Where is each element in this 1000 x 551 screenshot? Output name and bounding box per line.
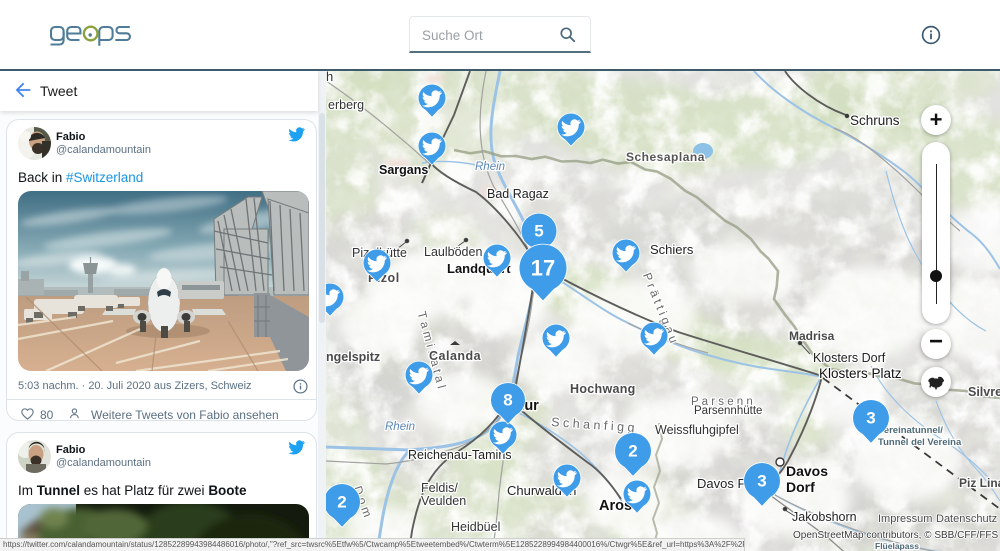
- svg-text:Weissfluhgipfel: Weissfluhgipfel: [655, 423, 739, 437]
- svg-text:2: 2: [337, 493, 346, 512]
- svg-text:3: 3: [866, 409, 875, 428]
- svg-text:3: 3: [757, 472, 766, 491]
- svg-text:Schesaplana: Schesaplana: [626, 150, 705, 164]
- svg-text:Datenschutz: Datenschutz: [936, 513, 997, 525]
- svg-text:Parsennhütte: Parsennhütte: [694, 405, 762, 417]
- svg-text:Feldis/: Feldis/: [421, 481, 458, 495]
- svg-text:Heidbüel: Heidbüel: [451, 520, 500, 534]
- svg-text:Silvrett: Silvrett: [968, 385, 1000, 399]
- svg-text:Davos Pl: Davos Pl: [697, 476, 749, 491]
- svg-text:Klosters Dorf: Klosters Dorf: [813, 351, 886, 365]
- svg-text:Piz Linar: Piz Linar: [959, 476, 1000, 490]
- svg-text:Klosters Platz: Klosters Platz: [819, 366, 902, 381]
- svg-text:Rhein: Rhein: [385, 421, 415, 433]
- svg-text:Vereinatunnel/: Vereinatunnel/: [878, 425, 943, 436]
- svg-text:Rhein: Rhein: [475, 161, 505, 173]
- svg-text:Davos: Davos: [786, 463, 828, 479]
- svg-text:Dorf: Dorf: [786, 479, 815, 495]
- svg-text:Laulböden: Laulböden: [424, 245, 482, 259]
- svg-text:erberg: erberg: [328, 98, 364, 112]
- svg-text:Veulden: Veulden: [421, 494, 466, 508]
- svg-text:Calanda: Calanda: [429, 349, 482, 363]
- svg-text:OpenStreetMap contributors, ©: OpenStreetMap contributors, © SBB/CFF/FF…: [793, 530, 999, 541]
- svg-text:17: 17: [531, 256, 555, 281]
- svg-text:Madrisa: Madrisa: [789, 329, 835, 343]
- svg-text:h: h: [326, 71, 333, 84]
- svg-text:5: 5: [534, 222, 543, 241]
- svg-text:Bad Ragaz: Bad Ragaz: [487, 187, 549, 201]
- svg-text:Hochwang: Hochwang: [570, 382, 636, 396]
- svg-text:Impressum: Impressum: [878, 513, 932, 525]
- svg-text:Schiers: Schiers: [650, 242, 694, 257]
- svg-text:Tunnel del Vereina: Tunnel del Vereina: [878, 437, 962, 448]
- svg-text:Flüelapass: Flüelapass: [875, 541, 919, 551]
- svg-text:8: 8: [503, 391, 512, 410]
- svg-text:ngelspitz: ngelspitz: [326, 350, 380, 364]
- svg-text:Reichenau-Tamins: Reichenau-Tamins: [408, 448, 512, 462]
- svg-text:Schruns: Schruns: [850, 113, 900, 128]
- svg-text:2: 2: [628, 442, 637, 461]
- svg-text:Jakobshorn: Jakobshorn: [792, 510, 857, 524]
- svg-text:Sargans: Sargans: [379, 163, 428, 177]
